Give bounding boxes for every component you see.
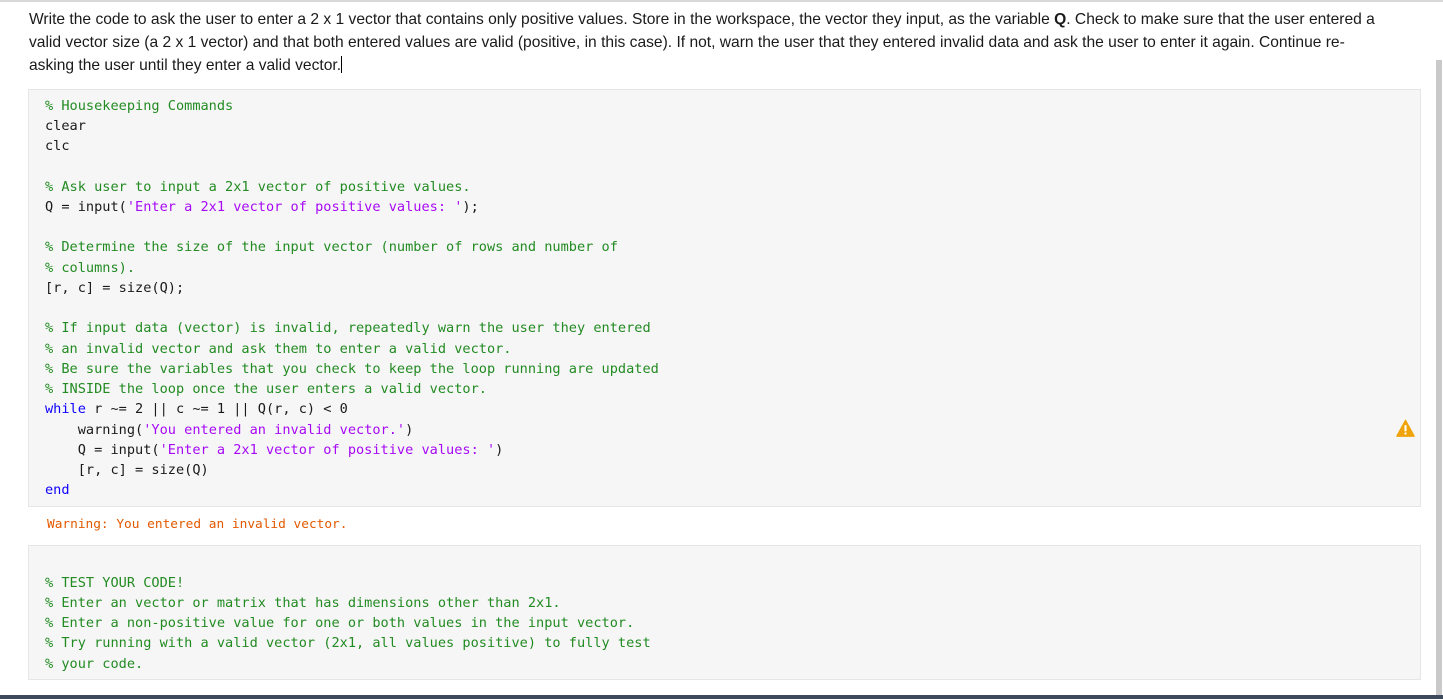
variable-name-q: Q (1054, 11, 1067, 28)
code-line: % an invalid vector and ask them to ente… (45, 341, 512, 357)
code-line: % Enter an vector or matrix that has dim… (45, 595, 561, 611)
code-line: Q = input('Enter a 2x1 vector of positiv… (45, 442, 504, 458)
problem-line-3: asking the user until they enter a valid… (29, 56, 343, 74)
code-line: warning('You entered an invalid vector.'… (45, 422, 414, 438)
warning-triangle-icon[interactable] (1396, 419, 1415, 438)
vertical-scrollbar[interactable] (1436, 60, 1442, 695)
code-line: while r ~= 2 || c ~= 1 || Q(r, c) < 0 (45, 401, 348, 417)
problem-statement[interactable]: Write the code to ask the user to enter … (29, 8, 1414, 77)
code-line: [r, c] = size(Q) (45, 462, 209, 478)
code-line: % If input data (vector) is invalid, rep… (45, 320, 651, 336)
code-line: % your code. (45, 656, 144, 672)
output-warning-message: Warning: You entered an invalid vector. (47, 517, 348, 532)
test-code-block[interactable]: % TEST YOUR CODE! % Enter an vector or m… (28, 545, 1421, 680)
code-line: % TEST YOUR CODE! (45, 575, 185, 591)
code-editor-block[interactable]: % Housekeeping Commands clear clc % Ask … (28, 89, 1421, 507)
problem-line-2: valid vector size (a 2 x 1 vector) and t… (29, 34, 1345, 51)
problem-line-1: Write the code to ask the user to enter … (29, 11, 1375, 28)
bottom-bar (0, 695, 1443, 699)
code-line: clc (45, 138, 70, 154)
code-line: % Be sure the variables that you check t… (45, 361, 659, 377)
text-cursor (341, 56, 343, 73)
code-line: % Determine the size of the input vector… (45, 239, 618, 255)
code-line: % Enter a non-positive value for one or … (45, 615, 635, 631)
code-line: % INSIDE the loop once the user enters a… (45, 381, 487, 397)
code-line: % Housekeeping Commands (45, 98, 234, 114)
code-line: % Ask user to input a 2x1 vector of posi… (45, 179, 471, 195)
code-line: % Try running with a valid vector (2x1, … (45, 635, 651, 651)
code-line: end (45, 482, 70, 498)
code-line: clear (45, 118, 86, 134)
code-line: % columns). (45, 260, 136, 276)
top-divider (0, 0, 1443, 2)
code-line: Q = input('Enter a 2x1 vector of positiv… (45, 199, 479, 215)
code-line: [r, c] = size(Q); (45, 280, 185, 296)
